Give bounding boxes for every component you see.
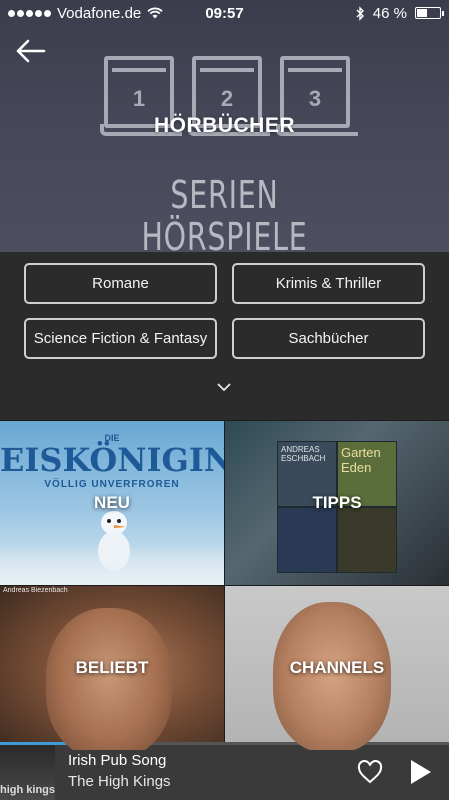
category-krimis-button[interactable]: Krimis & Thriller bbox=[232, 263, 425, 304]
tile-tips[interactable]: ANDREAS ESCHBACH Garten Eden TIPPS bbox=[225, 421, 449, 585]
bluetooth-icon bbox=[356, 5, 364, 21]
battery-icon bbox=[415, 7, 444, 19]
wifi-icon bbox=[147, 7, 163, 19]
play-icon[interactable] bbox=[407, 758, 433, 786]
mini-player[interactable]: high kings Irish Pub Song The High Kings bbox=[0, 742, 449, 800]
tile-channels-label: CHANNELS bbox=[289, 658, 385, 677]
category-sachbuecher-button[interactable]: Sachbücher bbox=[232, 318, 425, 359]
battery-percent: 46 % bbox=[372, 4, 407, 22]
signal-strength-icon bbox=[8, 9, 51, 17]
page-subtitle: SERIEN HÖRSPIELE bbox=[141, 173, 308, 252]
tile-popular-label: BELIEBT bbox=[75, 658, 149, 677]
tile-tips-label: TIPPS bbox=[312, 493, 362, 512]
track-artist: The High Kings bbox=[68, 773, 171, 790]
carrier-name: Vodafone.de bbox=[57, 4, 142, 22]
album-cover[interactable]: high kings bbox=[0, 745, 55, 800]
category-romane-button[interactable]: Romane bbox=[24, 263, 217, 304]
back-button[interactable] bbox=[14, 36, 48, 66]
photo-credit: Andreas Biezenbach bbox=[3, 587, 68, 594]
category-scifi-button[interactable]: Science Fiction & Fantasy bbox=[24, 318, 217, 359]
heart-icon[interactable] bbox=[357, 759, 383, 785]
chevron-down-icon[interactable] bbox=[214, 380, 234, 394]
tile-new-label: NEU bbox=[94, 493, 130, 512]
tile-popular[interactable]: Andreas Biezenbach BELIEBT bbox=[0, 586, 224, 750]
track-title: Irish Pub Song bbox=[68, 752, 167, 769]
hero-banner: Vodafone.de 09:57 46 % 1 2 3 HÖRBÜCHER S… bbox=[0, 0, 449, 252]
book-cover bbox=[337, 507, 397, 573]
tile-channels[interactable]: CHANNELS bbox=[225, 586, 449, 750]
status-bar: Vodafone.de 09:57 46 % bbox=[0, 0, 449, 26]
portrait-image bbox=[46, 608, 172, 750]
book-cover bbox=[277, 507, 337, 573]
frozen-artwork-title: DIE EISKÖNIGIN VÖLLIG UNVERFROREN bbox=[0, 433, 224, 490]
tile-new[interactable]: DIE EISKÖNIGIN VÖLLIG UNVERFROREN NEU bbox=[0, 421, 224, 585]
page-title: HÖRBÜCHER bbox=[154, 114, 295, 137]
